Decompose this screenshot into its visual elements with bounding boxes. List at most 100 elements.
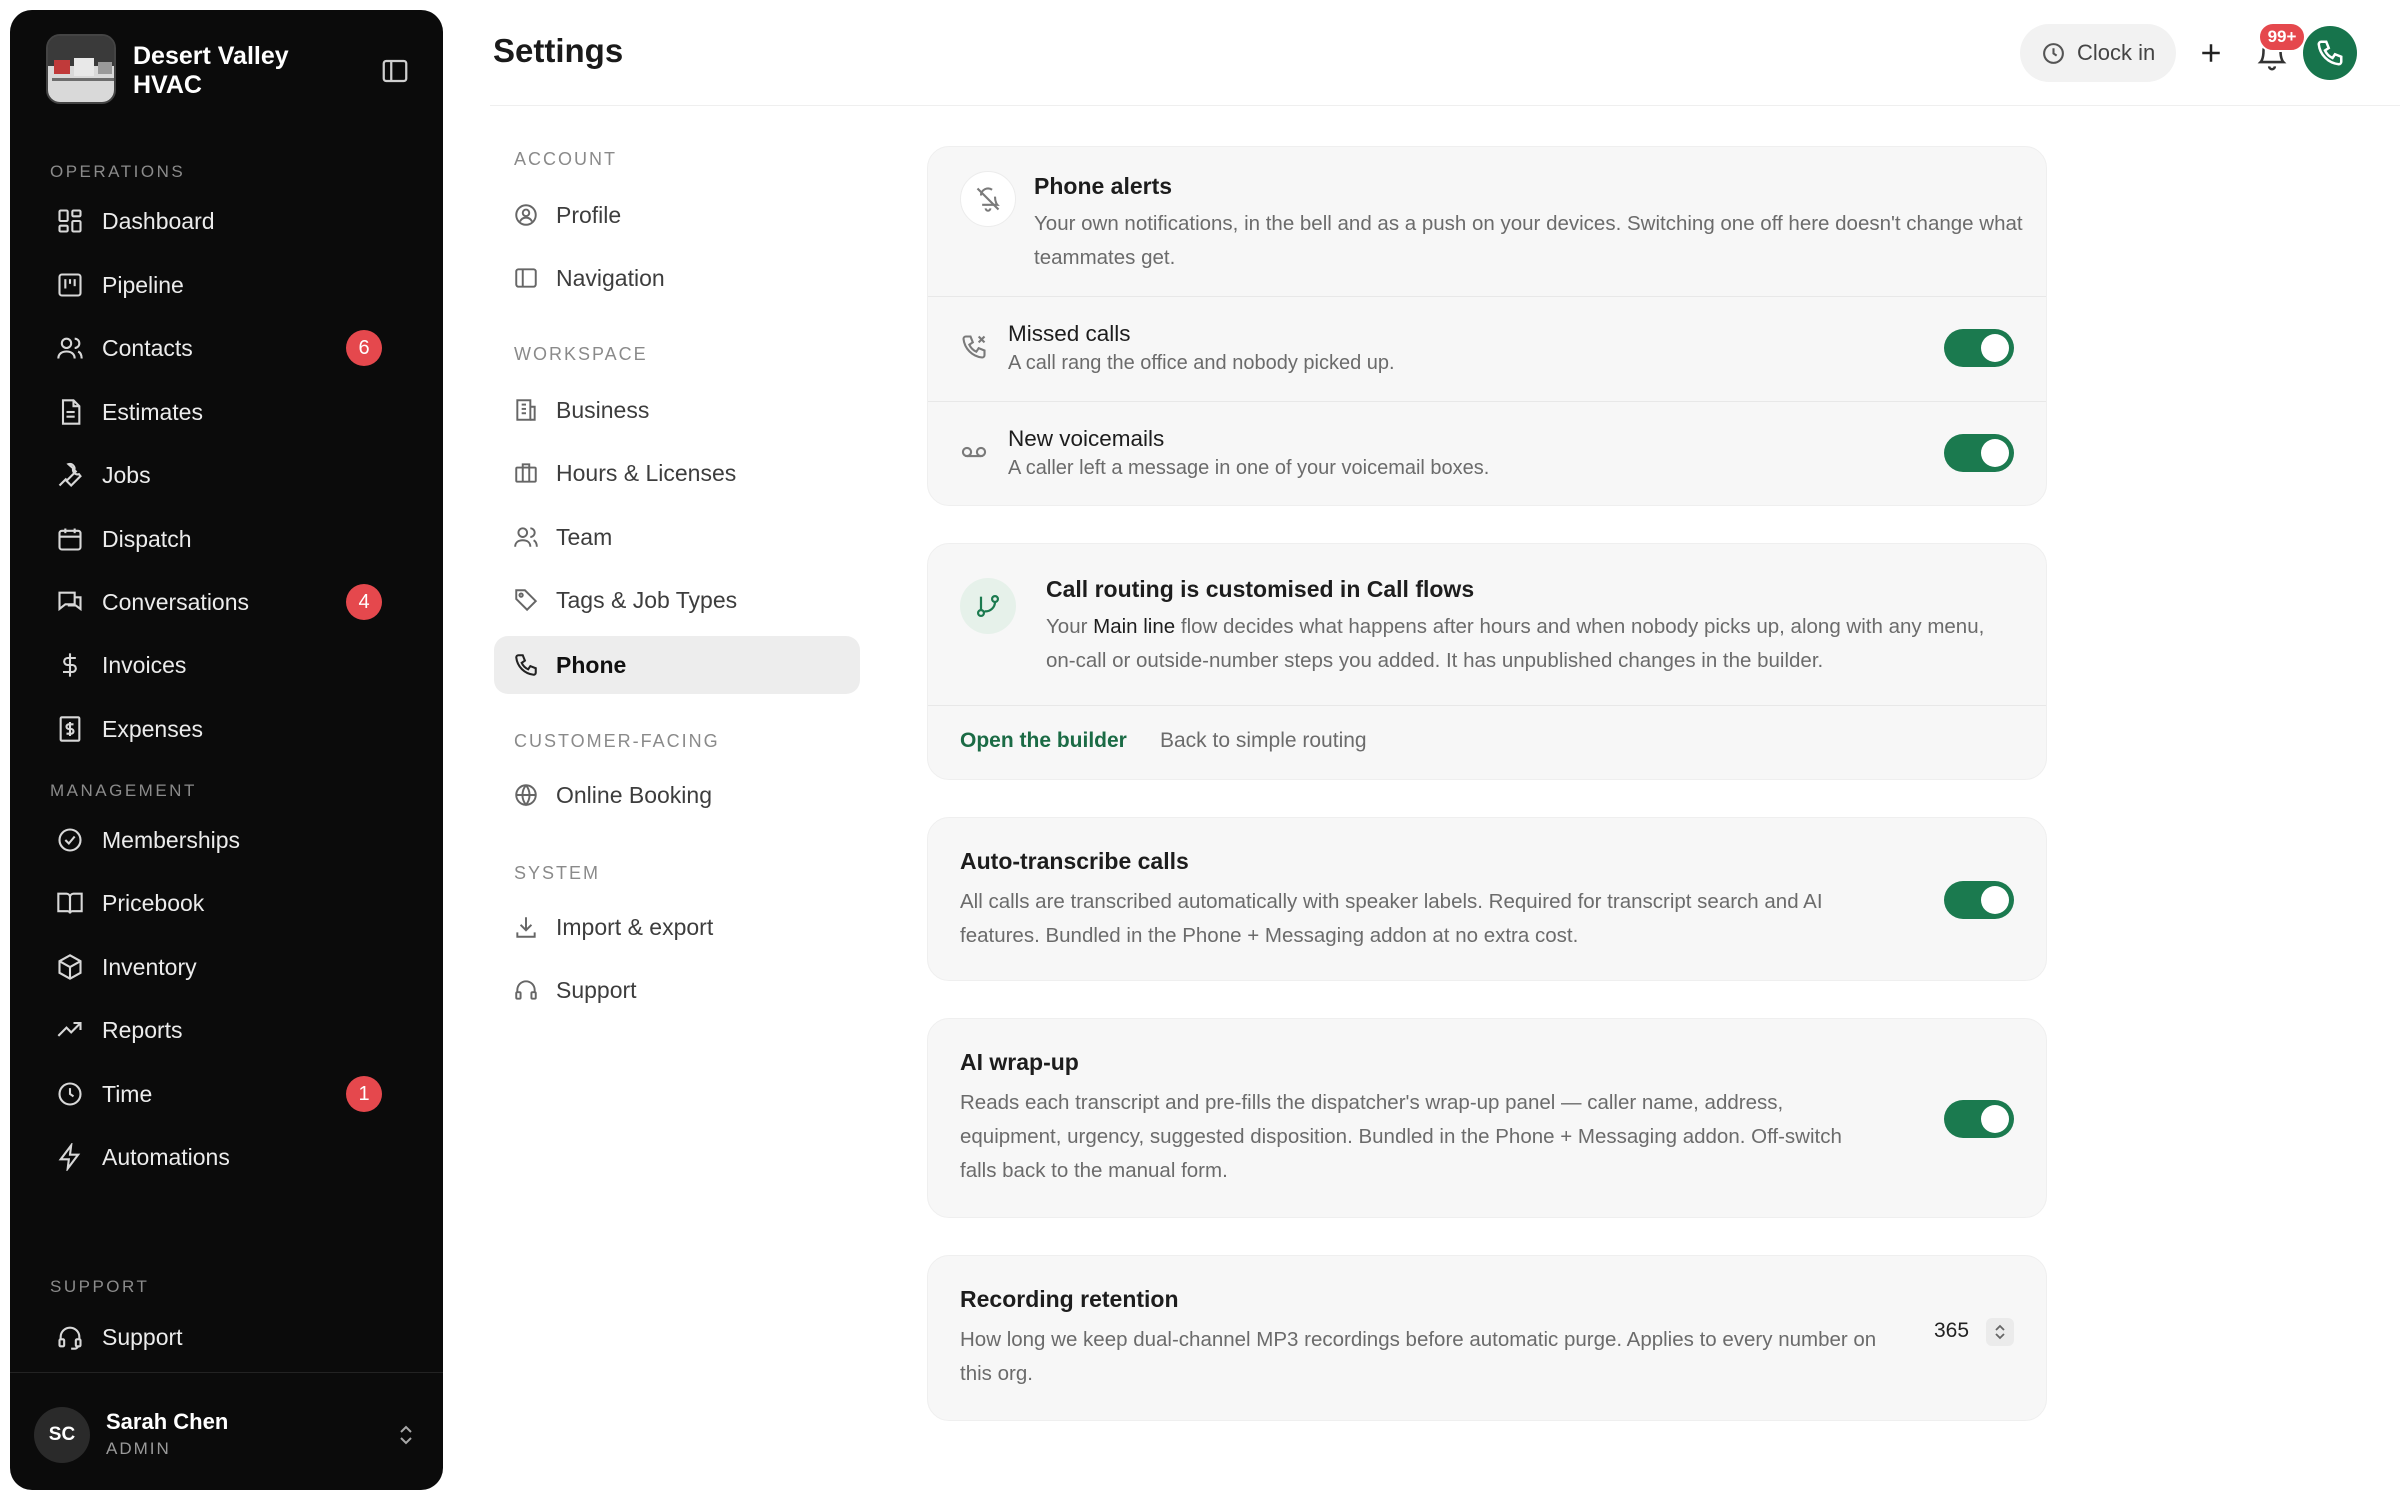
new-voicemails-toggle[interactable] bbox=[1944, 434, 2014, 472]
sidebar-item-invoices[interactable]: Invoices bbox=[36, 638, 422, 692]
voicemail-icon bbox=[960, 438, 988, 466]
settings-item-label: Import & export bbox=[556, 913, 714, 940]
users-icon bbox=[56, 334, 84, 362]
sidebar-item-label: Estimates bbox=[102, 398, 203, 425]
sidebar-item-label: Automations bbox=[102, 1143, 230, 1170]
sidebar-item-label: Conversations bbox=[102, 588, 250, 615]
sidebar-item-label: Expenses bbox=[102, 715, 204, 742]
notifications-badge: 99+ bbox=[2258, 22, 2306, 52]
wrench-icon bbox=[56, 461, 84, 489]
back-to-simple-routing-link[interactable]: Back to simple routing bbox=[1160, 729, 1367, 753]
clock-icon bbox=[56, 1080, 84, 1108]
sidebar-item-support[interactable]: Support bbox=[36, 1310, 422, 1364]
sidebar-item-memberships[interactable]: Memberships bbox=[36, 813, 422, 867]
chat-icon bbox=[56, 588, 84, 616]
clock-in-button[interactable]: Clock in bbox=[2020, 24, 2176, 82]
new-voicemails-description: A caller left a message in one of your v… bbox=[1008, 457, 1490, 479]
header-divider bbox=[490, 105, 2400, 106]
document-icon bbox=[56, 398, 84, 426]
sidebar: Desert Valley HVAC OPERATIONS Dashboard … bbox=[10, 10, 443, 1490]
ai-wrapup-description: Reads each transcript and pre-fills the … bbox=[960, 1091, 1842, 1182]
brand-name: Desert Valley HVAC bbox=[133, 42, 289, 99]
open-builder-link[interactable]: Open the builder bbox=[960, 729, 1127, 753]
bolt-icon bbox=[56, 1143, 84, 1171]
sidebar-item-dispatch[interactable]: Dispatch bbox=[36, 512, 422, 566]
sidebar-item-estimates[interactable]: Estimates bbox=[36, 385, 422, 439]
settings-section-system: SYSTEM bbox=[514, 863, 601, 883]
settings-item-business[interactable]: Business bbox=[494, 381, 860, 439]
settings-item-label: Navigation bbox=[556, 264, 665, 291]
settings-item-profile[interactable]: Profile bbox=[494, 186, 860, 244]
nav-section-support: SUPPORT bbox=[50, 1277, 150, 1296]
settings-item-team[interactable]: Team bbox=[494, 508, 860, 566]
chevrons-up-down-icon[interactable] bbox=[1986, 1318, 2014, 1346]
settings-section-account: ACCOUNT bbox=[514, 149, 617, 169]
nav-section-management: MANAGEMENT bbox=[50, 781, 197, 800]
phone-missed-icon bbox=[960, 333, 988, 361]
settings-item-navigation[interactable]: Navigation bbox=[494, 249, 860, 307]
box-icon bbox=[56, 953, 84, 981]
settings-item-online-booking[interactable]: Online Booking bbox=[494, 766, 860, 824]
sidebar-item-pricebook[interactable]: Pricebook bbox=[36, 876, 422, 930]
sidebar-item-time[interactable]: Time 1 bbox=[36, 1067, 422, 1121]
sidebar-item-conversations[interactable]: Conversations 4 bbox=[36, 575, 422, 629]
briefcase-icon bbox=[513, 460, 539, 486]
phone-icon bbox=[2317, 40, 2343, 66]
recording-retention-description: How long we keep dual-channel MP3 record… bbox=[960, 1328, 1877, 1385]
missed-calls-toggle[interactable] bbox=[1944, 329, 2014, 367]
clock-icon bbox=[2041, 41, 2066, 66]
settings-item-label: Hours & Licenses bbox=[556, 459, 737, 486]
settings-section-customer-facing: CUSTOMER-FACING bbox=[514, 731, 720, 751]
settings-item-label: Online Booking bbox=[556, 781, 712, 808]
settings-item-support[interactable]: Support bbox=[494, 961, 860, 1019]
recording-retention-card: Recording retention How long we keep dua… bbox=[927, 1255, 2047, 1421]
nav-section-operations: OPERATIONS bbox=[50, 162, 186, 181]
user-menu[interactable]: SC Sarah Chen ADMIN bbox=[10, 1372, 443, 1490]
sidebar-item-pipeline[interactable]: Pipeline bbox=[36, 258, 422, 312]
retention-days-value: 365 bbox=[1934, 1319, 1970, 1342]
phone-dialer-button[interactable] bbox=[2303, 26, 2357, 80]
settings-item-label: Support bbox=[556, 976, 637, 1003]
sidebar-item-label: Dashboard bbox=[102, 207, 215, 234]
sidebar-item-jobs[interactable]: Jobs bbox=[36, 448, 422, 502]
sidebar-toggle-icon[interactable] bbox=[380, 56, 410, 86]
settings-item-phone[interactable]: Phone bbox=[494, 636, 860, 694]
sidebar-item-label: Memberships bbox=[102, 826, 241, 853]
brand-logo bbox=[46, 34, 116, 104]
divider bbox=[928, 401, 2046, 402]
auto-transcribe-title: Auto-transcribe calls bbox=[960, 848, 1189, 874]
phone-alerts-title: Phone alerts bbox=[1034, 173, 1173, 199]
headset-icon bbox=[56, 1323, 84, 1351]
sidebar-item-dashboard[interactable]: Dashboard bbox=[36, 194, 422, 248]
ai-wrapup-toggle[interactable] bbox=[1944, 1100, 2014, 1138]
auto-transcribe-description: All calls are transcribed automatically … bbox=[960, 890, 1823, 947]
sidebar-item-label: Jobs bbox=[102, 461, 151, 488]
sidebar-item-label: Inventory bbox=[102, 953, 197, 980]
sidebar-item-automations[interactable]: Automations bbox=[36, 1130, 422, 1184]
auto-transcribe-toggle[interactable] bbox=[1944, 881, 2014, 919]
auto-transcribe-card: Auto-transcribe calls All calls are tran… bbox=[927, 817, 2047, 981]
settings-item-hours-licenses[interactable]: Hours & Licenses bbox=[494, 444, 860, 502]
settings-item-tags-job-types[interactable]: Tags & Job Types bbox=[494, 571, 860, 629]
sidebar-item-label: Time bbox=[102, 1080, 153, 1107]
sidebar-item-reports[interactable]: Reports bbox=[36, 1003, 422, 1057]
grid-icon bbox=[56, 207, 84, 235]
sidebar-item-expenses[interactable]: Expenses bbox=[36, 702, 422, 756]
sidebar-item-label: Support bbox=[102, 1323, 183, 1350]
calendar-icon bbox=[56, 525, 84, 553]
user-circle-icon bbox=[513, 202, 539, 228]
add-icon[interactable] bbox=[2196, 38, 2226, 68]
git-branch-icon bbox=[960, 578, 1016, 634]
sidebar-item-contacts[interactable]: Contacts 6 bbox=[36, 321, 422, 375]
settings-item-label: Tags & Job Types bbox=[556, 586, 738, 613]
sidebar-item-inventory[interactable]: Inventory bbox=[36, 940, 422, 994]
missed-calls-title: Missed calls bbox=[1008, 321, 1131, 346]
retention-days-stepper[interactable]: 365 bbox=[1932, 1312, 2018, 1352]
phone-alerts-card: Phone alerts Your own notifications, in … bbox=[927, 146, 2047, 506]
book-icon bbox=[56, 889, 84, 917]
recording-retention-title: Recording retention bbox=[960, 1286, 1179, 1312]
settings-section-workspace: WORKSPACE bbox=[514, 344, 648, 364]
new-voicemails-title: New voicemails bbox=[1008, 426, 1165, 451]
contacts-count-badge: 6 bbox=[346, 330, 382, 366]
settings-item-import-export[interactable]: Import & export bbox=[494, 898, 860, 956]
